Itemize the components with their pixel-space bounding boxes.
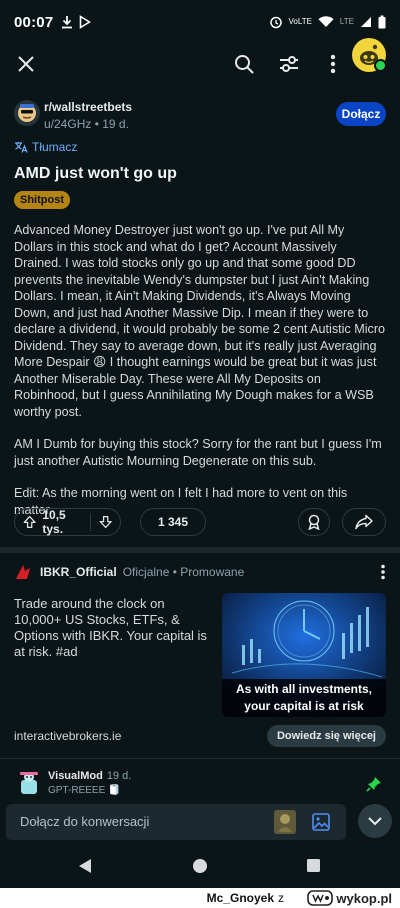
close-icon xyxy=(18,56,34,72)
award-button[interactable] xyxy=(298,508,330,536)
alarm-icon xyxy=(269,16,282,29)
signal-icon xyxy=(361,17,371,27)
upvote-icon[interactable] xyxy=(23,514,36,530)
recents-nav-icon[interactable] xyxy=(306,858,321,873)
post-action-bar: 10,5 tys. 1 345 xyxy=(14,508,386,538)
ad-more-icon[interactable] xyxy=(380,564,386,580)
status-time: 00:07 xyxy=(14,13,54,31)
translate-button[interactable]: Tłumacz xyxy=(14,140,77,154)
user-avatar-button[interactable] xyxy=(352,38,387,72)
wykop-logo-icon xyxy=(307,890,334,906)
learn-more-button[interactable]: Dowiedz się więcej xyxy=(266,725,386,747)
subreddit-name[interactable]: r/wallstreetbets xyxy=(44,100,132,114)
downvote-icon[interactable] xyxy=(99,514,112,530)
watermark-footer: Mc_Gnoyek z wykop.pl xyxy=(0,888,400,908)
top-app-bar xyxy=(0,44,400,84)
volte-label: VoLTE xyxy=(288,17,312,26)
pin-icon xyxy=(366,777,381,792)
comment-time: 19 d. xyxy=(106,770,132,782)
section-divider xyxy=(0,547,400,553)
status-bar: 00:07 VoLTE LTE xyxy=(0,0,400,44)
comments-button[interactable]: 1 345 xyxy=(140,508,206,536)
post-paragraph: Advanced Money Destroyer just won't go u… xyxy=(14,223,386,419)
post-title: AMD just won't go up xyxy=(14,165,177,182)
image-upload-icon[interactable] xyxy=(312,813,330,831)
expand-comments-button[interactable] xyxy=(358,804,392,838)
post-header: r/wallstreetbets u/24GHz • 19 d. Dołącz xyxy=(14,98,386,134)
more-options-button[interactable] xyxy=(321,52,345,76)
search-button[interactable] xyxy=(232,52,256,76)
home-nav-icon[interactable] xyxy=(192,858,208,874)
online-status-dot xyxy=(374,59,387,72)
share-button[interactable] xyxy=(342,508,386,536)
post-author-meta[interactable]: u/24GHz • 19 d. xyxy=(44,117,129,131)
system-navigation-bar xyxy=(0,846,400,888)
award-icon xyxy=(308,514,320,530)
wsb-mascot-icon xyxy=(18,104,36,122)
comment-preview[interactable]: VisualMod 19 d. GPT-REEEE 🧻 xyxy=(14,768,386,798)
download-icon xyxy=(62,16,73,29)
join-button[interactable]: Dołącz xyxy=(336,102,386,126)
reddit-post-screen: 00:07 VoLTE LTE r/wallstreetbets u/24GHz… xyxy=(0,0,400,888)
search-icon xyxy=(235,55,254,74)
advertiser-name[interactable]: IBKR_Official xyxy=(40,565,117,579)
close-button[interactable] xyxy=(14,52,38,76)
back-nav-icon[interactable] xyxy=(78,858,92,874)
subreddit-avatar[interactable] xyxy=(14,100,40,126)
chevron-down-icon xyxy=(368,817,382,826)
comment-count: 1 345 xyxy=(157,515,189,529)
translate-icon xyxy=(15,142,28,153)
ad-image-caption: As with all investments, your capital is… xyxy=(222,679,386,717)
comment-user-flair: GPT-REEEE 🧻 xyxy=(48,785,121,796)
more-vertical-icon xyxy=(330,54,336,74)
gif-picker-icon[interactable] xyxy=(274,810,296,834)
vote-control: 10,5 tys. xyxy=(14,508,121,536)
ad-domain-link[interactable]: interactivebrokers.ie xyxy=(14,729,121,743)
post-body: Advanced Money Destroyer just won't go u… xyxy=(14,222,386,518)
ibkr-logo-icon xyxy=(16,565,30,579)
wifi-icon xyxy=(318,16,334,27)
composer-placeholder: Dołącz do konwersacji xyxy=(20,814,150,829)
wykop-logo: wykop.pl xyxy=(307,890,392,906)
lte-label: LTE xyxy=(339,17,354,26)
ad-image[interactable]: As with all investments, your capital is… xyxy=(222,593,386,717)
ad-text[interactable]: Trade around the clock on 10,000+ US Sto… xyxy=(14,596,214,660)
section-divider xyxy=(0,758,400,759)
post-flair[interactable]: Shitpost xyxy=(14,191,70,209)
comment-username[interactable]: VisualMod xyxy=(48,770,103,782)
translate-label: Tłumacz xyxy=(32,140,78,154)
wykop-site-label: wykop.pl xyxy=(336,890,392,906)
comment-composer[interactable]: Dołącz do konwersacji xyxy=(6,804,346,840)
vote-count: 10,5 tys. xyxy=(42,508,66,536)
play-store-icon xyxy=(80,15,92,29)
ad-header: IBKR_Official Oficjalne • Promowane xyxy=(14,562,386,582)
ad-meta: Oficjalne • Promowane xyxy=(122,565,245,579)
watermark-separator: z xyxy=(278,891,284,905)
battery-icon xyxy=(378,15,386,29)
post-paragraph: AM I Dumb for buying this stock? Sorry f… xyxy=(14,437,382,468)
uploader-name: Mc_Gnoyek xyxy=(206,891,274,905)
visualmod-avatar xyxy=(20,772,38,794)
share-icon xyxy=(355,514,373,530)
sort-filter-button[interactable] xyxy=(277,52,301,76)
sliders-icon xyxy=(280,56,298,72)
